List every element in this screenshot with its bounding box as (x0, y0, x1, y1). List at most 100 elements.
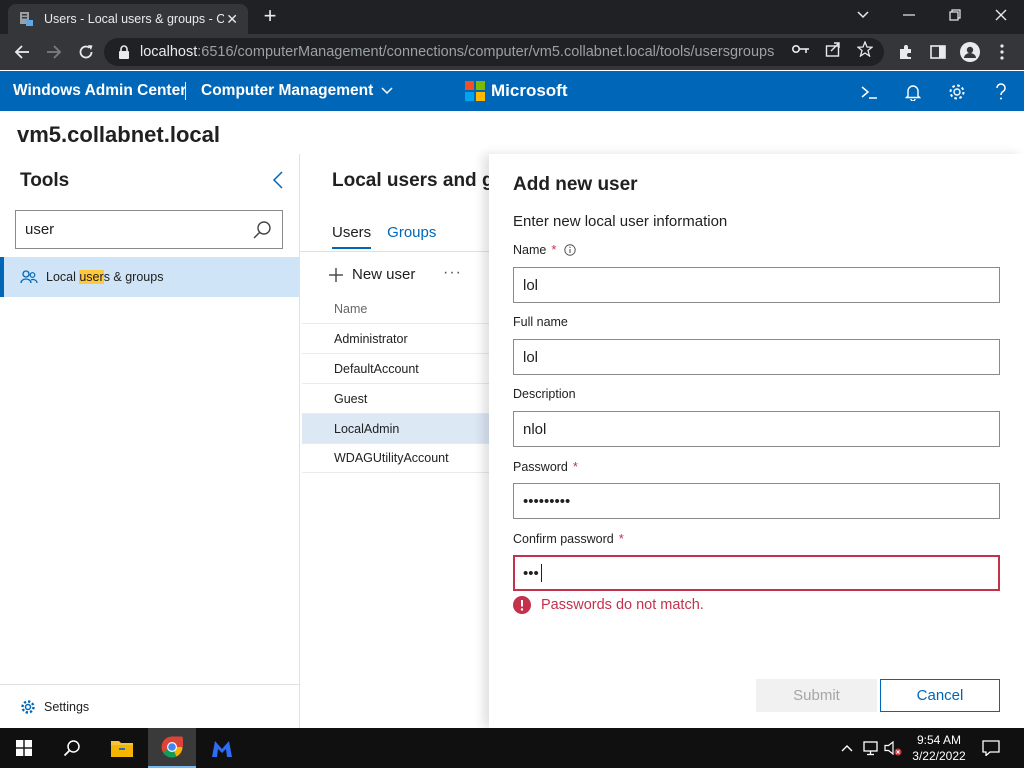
settings-gear-icon (21, 699, 35, 714)
tab-close-icon[interactable]: ✕ (226, 11, 238, 28)
required-mark: * (551, 242, 557, 257)
search-icon[interactable] (252, 220, 272, 240)
name-input[interactable]: lol (513, 267, 1000, 303)
tray-chevron-up-icon[interactable] (838, 739, 856, 757)
plus-icon (329, 267, 343, 282)
powershell-icon[interactable] (858, 81, 880, 103)
browser-tab-title: Users - Local users & groups - Co (44, 12, 224, 26)
profile-icon[interactable] (960, 42, 980, 62)
tools-search-input[interactable]: user (15, 210, 283, 249)
volume-muted-icon[interactable] (884, 739, 902, 757)
password-label-text: Password (513, 459, 568, 474)
confirm-password-label-text: Confirm password (513, 531, 614, 546)
wac-header: Windows Admin Center Computer Management… (0, 71, 1024, 111)
browser-tab[interactable]: Users - Local users & groups - Co ✕ (8, 4, 248, 34)
start-windows-icon[interactable] (0, 728, 48, 768)
close-window-icon[interactable] (978, 0, 1024, 30)
help-icon[interactable] (990, 81, 1012, 103)
notifications-bell-icon[interactable] (902, 81, 924, 103)
name-label-text: Name (513, 242, 547, 257)
key-icon[interactable] (792, 40, 810, 58)
required-mark: * (572, 459, 578, 474)
fullname-input[interactable]: lol (513, 339, 1000, 375)
action-center-icon[interactable] (982, 739, 1000, 757)
table-row[interactable]: Administrator (302, 323, 490, 353)
tools-item-local-users-groups[interactable]: Local user s & groups (0, 257, 299, 297)
cancel-button[interactable]: Cancel (880, 679, 1000, 712)
url-path: :6516/computerManagement/connections/com… (197, 44, 775, 60)
back-icon[interactable] (10, 40, 34, 64)
restore-icon[interactable] (932, 0, 978, 30)
tools-title: Tools (20, 170, 70, 191)
server-name: vm5.collabnet.local (17, 122, 220, 147)
description-input-value: nlol (523, 420, 547, 438)
new-user-button[interactable]: New user (328, 266, 415, 283)
brand-text: Microsoft (491, 81, 568, 100)
tab-search-chevron-icon[interactable] (840, 0, 886, 30)
text-caret (540, 564, 542, 582)
error-icon (513, 596, 531, 614)
fullname-input-value: lol (523, 348, 539, 366)
tools-settings[interactable]: Settings (0, 684, 299, 728)
table-row[interactable]: LocalAdmin (302, 413, 490, 443)
validation-error: Passwords do not match. (513, 596, 704, 614)
table-row[interactable]: DefaultAccount (302, 353, 490, 383)
side-panel-icon[interactable] (928, 42, 948, 62)
add-user-panel: Add new user Enter new local user inform… (489, 154, 1024, 728)
chrome-icon[interactable] (148, 728, 196, 768)
new-tab-icon[interactable]: + (258, 5, 282, 29)
info-icon[interactable] (564, 243, 577, 256)
browser-menu-icon[interactable] (992, 42, 1012, 62)
tab-groups[interactable]: Groups (387, 224, 436, 249)
forward-icon[interactable] (42, 40, 66, 64)
confirm-password-input[interactable]: ••• (513, 555, 1000, 591)
extensions-icon[interactable] (896, 42, 916, 62)
section-label: Computer Management (201, 82, 374, 99)
lock-icon (119, 45, 129, 59)
app-title[interactable]: Windows Admin Center (13, 82, 186, 100)
settings-gear-icon[interactable] (946, 81, 968, 103)
tab-users[interactable]: Users (332, 224, 372, 249)
bookmark-star-icon[interactable] (856, 40, 874, 58)
description-input[interactable]: nlol (513, 411, 1000, 447)
more-actions-icon[interactable]: ··· (443, 264, 462, 282)
name-label: Name * (513, 242, 577, 257)
password-label: Password * (513, 459, 578, 474)
header-separator (185, 82, 186, 100)
server-favicon-icon (20, 12, 33, 26)
taskbar-search-icon[interactable] (48, 728, 96, 768)
file-explorer-icon[interactable] (98, 728, 146, 768)
malwarebytes-icon[interactable] (198, 728, 246, 768)
clock-time: 9:54 AM (916, 733, 962, 747)
password-input-value: ••••••••• (523, 492, 571, 510)
tools-search-value: user (25, 221, 55, 238)
new-user-label: New user (352, 266, 416, 283)
table-row[interactable]: WDAGUtilityAccount (302, 443, 490, 473)
submit-button[interactable]: Submit (756, 679, 877, 712)
name-input-value: lol (523, 276, 539, 294)
minimize-icon[interactable] (886, 0, 932, 30)
network-icon[interactable] (862, 739, 880, 757)
tools-item-label-prefix: Local (46, 270, 80, 284)
users-icon (20, 270, 38, 284)
table-row[interactable]: Guest (302, 383, 490, 413)
section-dropdown[interactable]: Computer Management (201, 82, 393, 100)
reload-icon[interactable] (74, 40, 98, 64)
password-input[interactable]: ••••••••• (513, 483, 1000, 519)
panel-subtitle: Enter new local user information (513, 213, 728, 230)
windows-taskbar: 9:54 AM 3/22/2022 (0, 728, 1024, 768)
share-icon[interactable] (824, 40, 842, 58)
description-label: Description (513, 387, 576, 401)
clock-date: 3/22/2022 (912, 749, 966, 763)
taskbar-clock[interactable]: 9:54 AM 3/22/2022 (904, 732, 974, 764)
fullname-label-text: Full name (513, 315, 568, 329)
collapse-chevron-left-icon[interactable] (270, 170, 286, 190)
address-bar[interactable]: localhost:6516/computerManagement/connec… (104, 38, 884, 66)
tools-item-label-suffix: s & groups (103, 270, 164, 284)
browser-toolbar: localhost:6516/computerManagement/connec… (0, 34, 1024, 70)
column-header-name[interactable]: Name (334, 302, 367, 316)
microsoft-grid-icon (465, 81, 485, 101)
panel-title: Add new user (513, 174, 638, 195)
search-highlight: user (79, 270, 104, 284)
microsoft-logo: Microsoft (465, 81, 568, 101)
